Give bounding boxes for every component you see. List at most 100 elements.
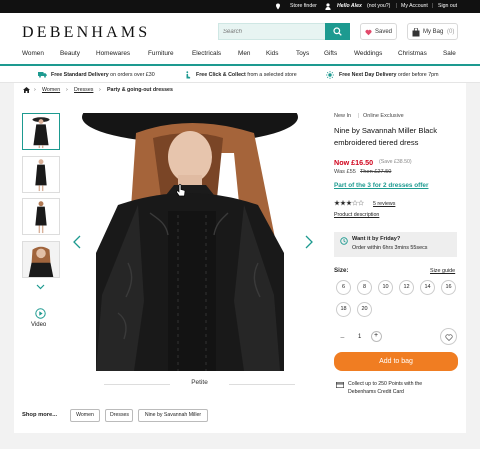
search-icon [333, 27, 342, 36]
nav-kids[interactable]: Kids [266, 50, 278, 57]
product-main-image[interactable] [78, 113, 321, 371]
thumbnail-1[interactable] [22, 113, 60, 150]
promo-click-collect[interactable]: Free Click & Collect from a selected sto… [196, 72, 297, 78]
saved-button[interactable]: Saved [360, 23, 397, 40]
thumbnail-image [35, 201, 47, 234]
credit-card-icon [336, 382, 344, 388]
size-option-20[interactable]: 20 [357, 302, 372, 317]
size-option-14[interactable]: 14 [420, 280, 435, 295]
size-option-18[interactable]: 18 [336, 302, 351, 317]
product-title-line2: embroidered tiered dress [334, 138, 419, 147]
thumbnail-4[interactable] [22, 241, 60, 278]
shopping-bag-icon [412, 27, 420, 36]
site-header: DEBENHAMS Saved My Bag (0) Women Beauty … [0, 13, 480, 67]
add-to-bag-button[interactable]: Add to bag [334, 352, 458, 371]
breadcrumb-separator: › [34, 87, 36, 93]
user-icon [325, 2, 331, 10]
nav-christmas[interactable]: Christmas [398, 50, 427, 57]
tag-separator: | [358, 113, 360, 119]
play-video-icon[interactable] [35, 308, 46, 319]
thumbnail-image [35, 159, 47, 192]
shop-more-label: Shop more... [22, 412, 58, 418]
product-info: New In | Online Exclusive Nine by Savann… [334, 83, 460, 433]
home-icon[interactable] [23, 86, 30, 93]
save-to-wishlist-button[interactable] [440, 328, 457, 345]
shop-more-chip-brand[interactable]: Nine by Savannah Miller [138, 409, 208, 422]
promo-strip: Free Standard Delivery on orders over £3… [0, 67, 480, 83]
star-filled-icon [334, 200, 341, 206]
store-finder-link[interactable]: Store finder [290, 3, 317, 9]
thumbnail-2[interactable] [22, 156, 60, 193]
size-guide-link[interactable]: Size guide [430, 268, 455, 274]
thumbnail-3[interactable] [22, 198, 60, 235]
was-price: Was £55 [334, 169, 356, 175]
search-input[interactable] [223, 26, 323, 38]
promo-next-day[interactable]: Free Next Day Delivery order before 7pm [339, 72, 439, 78]
star-empty-icon [351, 200, 359, 206]
thumbnail-image [23, 242, 59, 277]
size-option-6[interactable]: 6 [336, 280, 351, 295]
saving-amount: (Save £38.50) [379, 159, 412, 165]
nav-homewares[interactable]: Homewares [96, 50, 130, 57]
bag-count: (0) [447, 28, 455, 35]
quantity-increase-button[interactable]: + [371, 331, 382, 342]
breadcrumb-current: Party & going-out dresses [107, 87, 173, 93]
then-price: Then £27.50 [360, 169, 392, 175]
my-bag-button[interactable]: My Bag (0) [407, 23, 458, 40]
delivery-title: Want it by Friday? [352, 236, 401, 242]
quantity-decrease-button[interactable]: − [340, 333, 345, 342]
my-account-link[interactable]: My Account [401, 3, 428, 9]
nav-gifts[interactable]: Gifts [324, 50, 337, 57]
shop-more-chip-women[interactable]: Women [70, 409, 100, 422]
star-icons [334, 200, 364, 206]
shop-more-chip-dresses[interactable]: Dresses [105, 409, 133, 422]
nav-electricals[interactable]: Electricals [192, 50, 221, 57]
nav-furniture[interactable]: Furniture [148, 50, 174, 57]
utility-bar: Store finder Hello Alex (not you?) | My … [0, 0, 480, 13]
my-bag-label: My Bag [423, 28, 444, 35]
search-button[interactable] [325, 23, 350, 40]
chevron-down-icon[interactable] [36, 284, 45, 290]
nav-divider [0, 64, 480, 66]
size-option-12[interactable]: 12 [399, 280, 414, 295]
next-image-arrow-icon[interactable] [304, 235, 314, 249]
delivery-van-icon [38, 72, 47, 78]
sign-out-link[interactable]: Sign out [438, 3, 457, 9]
clock-icon [340, 237, 348, 245]
greeting-text: Hello Alex [337, 3, 362, 9]
search-box [218, 23, 350, 40]
nav-toys[interactable]: Toys [296, 50, 309, 57]
nav-beauty[interactable]: Beauty [60, 50, 80, 57]
online-exclusive-tag: Online Exclusive [363, 113, 404, 119]
debenhams-logo[interactable]: DEBENHAMS [22, 24, 150, 42]
nav-women[interactable]: Women [22, 50, 44, 57]
nav-men[interactable]: Men [238, 50, 250, 57]
breadcrumb-women[interactable]: Women [42, 87, 60, 93]
star-empty-icon [357, 200, 364, 206]
product-title-line1: Nine by Savannah Miller Black [334, 126, 437, 135]
offer-link[interactable]: Part of the 3 for 2 dresses offer [334, 182, 428, 189]
click-collect-icon [186, 70, 191, 78]
thumbnail-image [32, 117, 50, 149]
heart-icon [365, 29, 372, 35]
star-rating [334, 200, 364, 207]
saved-label: Saved [375, 28, 393, 35]
nav-sale[interactable]: Sale [443, 50, 456, 57]
size-option-10[interactable]: 10 [378, 280, 393, 295]
breadcrumb-separator: › [66, 87, 68, 93]
nav-weddings[interactable]: Weddings [354, 50, 382, 57]
product-description-link[interactable]: Product description [334, 212, 379, 218]
reviews-link[interactable]: 5 reviews [373, 201, 395, 207]
previous-image-arrow-icon[interactable] [72, 235, 82, 249]
shop-more-bar: Shop more... Women Dresses Nine by Savan… [14, 402, 319, 432]
size-option-16[interactable]: 16 [441, 280, 456, 295]
not-you-link[interactable]: (not you?) [367, 3, 390, 9]
video-label[interactable]: Video [31, 322, 46, 328]
points-line-2: Debenhams Credit Card [348, 389, 404, 395]
promo-standard-delivery[interactable]: Free Standard Delivery on orders over £3… [51, 72, 155, 78]
topbar-separator: | [396, 3, 398, 9]
star-filled-icon [339, 200, 347, 206]
breadcrumb-dresses[interactable]: Dresses [74, 87, 93, 93]
quantity-value[interactable]: 1 [358, 334, 361, 340]
size-option-8[interactable]: 8 [357, 280, 372, 295]
